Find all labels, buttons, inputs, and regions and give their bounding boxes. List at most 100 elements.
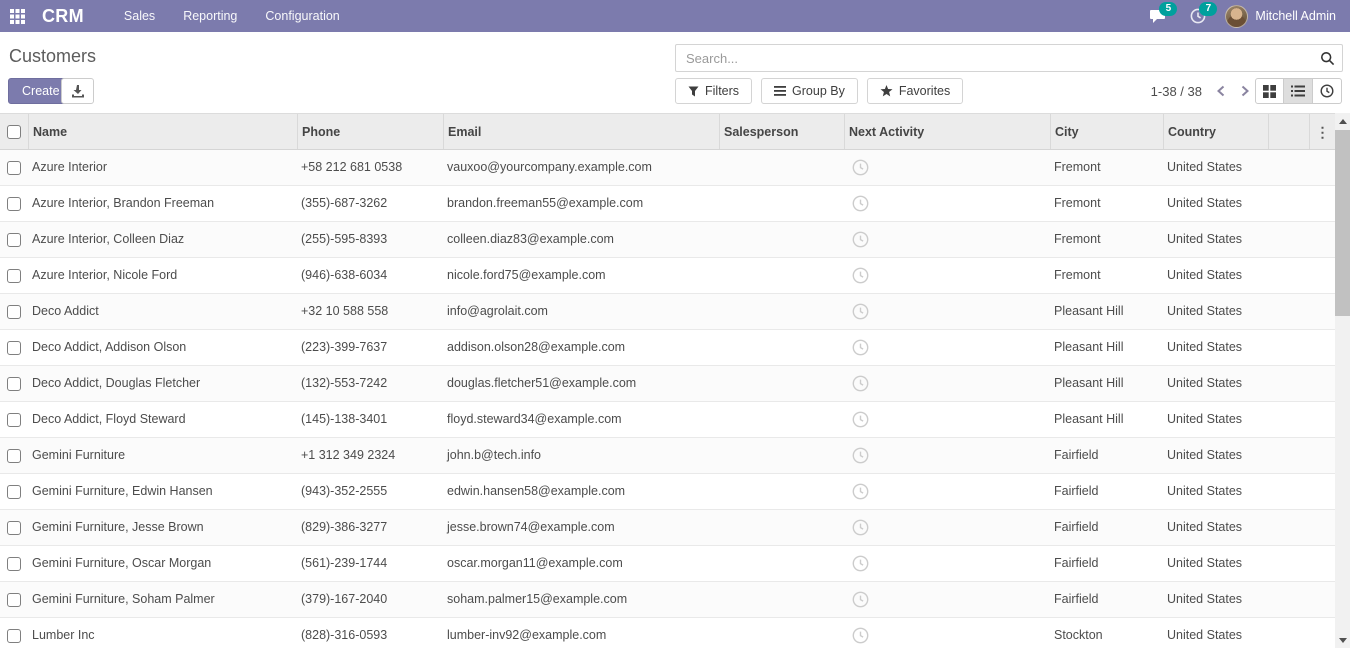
- cell-filler: [1268, 582, 1309, 617]
- cell-salesperson: [719, 150, 844, 185]
- favorites-label: Favorites: [899, 84, 950, 98]
- table-row[interactable]: Gemini Furniture, Oscar Morgan (561)-239…: [0, 546, 1335, 582]
- table-row[interactable]: Gemini Furniture, Jesse Brown (829)-386-…: [0, 510, 1335, 546]
- scrollbar-up-button[interactable]: [1335, 113, 1350, 129]
- user-menu[interactable]: Mitchell Admin: [1221, 5, 1340, 28]
- next-activity-clock-icon[interactable]: [852, 159, 869, 176]
- column-header-email[interactable]: Email: [443, 114, 719, 149]
- cell-city: Pleasant Hill: [1050, 402, 1163, 437]
- row-checkbox[interactable]: [7, 197, 21, 211]
- row-checkbox-cell: [0, 582, 28, 617]
- favorites-button[interactable]: Favorites: [867, 78, 963, 104]
- search-input[interactable]: [676, 51, 1312, 66]
- cell-next-activity: [844, 474, 1050, 509]
- next-activity-clock-icon[interactable]: [852, 195, 869, 212]
- cell-city: Fremont: [1050, 150, 1163, 185]
- cell-next-activity: [844, 618, 1050, 648]
- cell-phone: (145)-138-3401: [297, 402, 443, 437]
- column-header-salesperson[interactable]: Salesperson: [719, 114, 844, 149]
- cell-filler: [1268, 186, 1309, 221]
- table-row[interactable]: Deco Addict +32 10 588 558 info@agrolait…: [0, 294, 1335, 330]
- cell-city: Fremont: [1050, 258, 1163, 293]
- pager-previous-button[interactable]: [1216, 85, 1226, 97]
- pager-next-button[interactable]: [1240, 85, 1250, 97]
- table-row[interactable]: Azure Interior, Nicole Ford (946)-638-60…: [0, 258, 1335, 294]
- row-checkbox[interactable]: [7, 233, 21, 247]
- select-all-checkbox[interactable]: [7, 125, 21, 139]
- row-checkbox[interactable]: [7, 521, 21, 535]
- group-by-icon: [774, 86, 786, 96]
- next-activity-clock-icon[interactable]: [852, 231, 869, 248]
- row-checkbox[interactable]: [7, 629, 21, 643]
- menu-configuration[interactable]: Configuration: [253, 0, 351, 32]
- column-header-phone[interactable]: Phone: [297, 114, 443, 149]
- cell-phone: (223)-399-7637: [297, 330, 443, 365]
- next-activity-clock-icon[interactable]: [852, 375, 869, 392]
- apps-menu-button[interactable]: [0, 0, 34, 32]
- column-header-name[interactable]: Name: [28, 114, 297, 149]
- app-brand[interactable]: CRM: [42, 6, 84, 27]
- next-activity-clock-icon[interactable]: [852, 627, 869, 644]
- next-activity-clock-icon[interactable]: [852, 411, 869, 428]
- list-view-button[interactable]: [1284, 78, 1313, 104]
- table-row[interactable]: Deco Addict, Douglas Fletcher (132)-553-…: [0, 366, 1335, 402]
- next-activity-clock-icon[interactable]: [852, 303, 869, 320]
- export-button[interactable]: [61, 78, 94, 104]
- table-row[interactable]: Deco Addict, Floyd Steward (145)-138-340…: [0, 402, 1335, 438]
- cell-salesperson: [719, 582, 844, 617]
- row-checkbox[interactable]: [7, 485, 21, 499]
- cell-city: Fairfield: [1050, 510, 1163, 545]
- optional-columns-button[interactable]: ⋮: [1316, 125, 1330, 139]
- cell-country: United States: [1163, 438, 1268, 473]
- next-activity-clock-icon[interactable]: [852, 591, 869, 608]
- menu-sales[interactable]: Sales: [112, 0, 167, 32]
- menu-reporting[interactable]: Reporting: [171, 0, 249, 32]
- filters-button[interactable]: Filters: [675, 78, 752, 104]
- cell-email: lumber-inv92@example.com: [443, 618, 719, 648]
- cell-country: United States: [1163, 366, 1268, 401]
- scrollbar-thumb[interactable]: [1335, 130, 1350, 316]
- row-checkbox[interactable]: [7, 377, 21, 391]
- table-row[interactable]: Lumber Inc (828)-316-0593 lumber-inv92@e…: [0, 618, 1335, 648]
- next-activity-clock-icon[interactable]: [852, 447, 869, 464]
- cell-name: Azure Interior, Nicole Ford: [28, 258, 297, 293]
- row-checkbox[interactable]: [7, 341, 21, 355]
- kanban-view-button[interactable]: [1255, 78, 1284, 104]
- filters-label: Filters: [705, 84, 739, 98]
- messages-button[interactable]: 5: [1141, 0, 1175, 32]
- table-row[interactable]: Azure Interior, Brandon Freeman (355)-68…: [0, 186, 1335, 222]
- star-icon: [880, 85, 893, 97]
- search-button[interactable]: [1312, 45, 1342, 71]
- row-checkbox[interactable]: [7, 593, 21, 607]
- activity-view-button[interactable]: [1313, 78, 1342, 104]
- row-checkbox[interactable]: [7, 449, 21, 463]
- column-header-country[interactable]: Country: [1163, 114, 1268, 149]
- cell-email: jesse.brown74@example.com: [443, 510, 719, 545]
- cell-salesperson: [719, 330, 844, 365]
- row-checkbox[interactable]: [7, 269, 21, 283]
- next-activity-clock-icon[interactable]: [852, 267, 869, 284]
- next-activity-clock-icon[interactable]: [852, 555, 869, 572]
- row-checkbox[interactable]: [7, 413, 21, 427]
- column-header-next-activity[interactable]: Next Activity: [844, 114, 1050, 149]
- kanban-view-icon: [1263, 85, 1276, 98]
- filter-icon: [688, 86, 699, 97]
- table-row[interactable]: Deco Addict, Addison Olson (223)-399-763…: [0, 330, 1335, 366]
- next-activity-clock-icon[interactable]: [852, 519, 869, 536]
- table-row[interactable]: Gemini Furniture, Soham Palmer (379)-167…: [0, 582, 1335, 618]
- row-checkbox[interactable]: [7, 161, 21, 175]
- table-row[interactable]: Azure Interior, Colleen Diaz (255)-595-8…: [0, 222, 1335, 258]
- row-checkbox[interactable]: [7, 557, 21, 571]
- column-header-city[interactable]: City: [1050, 114, 1163, 149]
- activities-button[interactable]: 7: [1181, 0, 1215, 32]
- scrollbar-down-button[interactable]: [1335, 632, 1350, 648]
- row-checkbox-cell: [0, 474, 28, 509]
- group-by-button[interactable]: Group By: [761, 78, 858, 104]
- table-row[interactable]: Azure Interior +58 212 681 0538 vauxoo@y…: [0, 150, 1335, 186]
- next-activity-clock-icon[interactable]: [852, 339, 869, 356]
- table-row[interactable]: Gemini Furniture, Edwin Hansen (943)-352…: [0, 474, 1335, 510]
- table-row[interactable]: Gemini Furniture +1 312 349 2324 john.b@…: [0, 438, 1335, 474]
- next-activity-clock-icon[interactable]: [852, 483, 869, 500]
- row-checkbox[interactable]: [7, 305, 21, 319]
- customers-list: Name Phone Email Salesperson Next Activi…: [0, 113, 1335, 648]
